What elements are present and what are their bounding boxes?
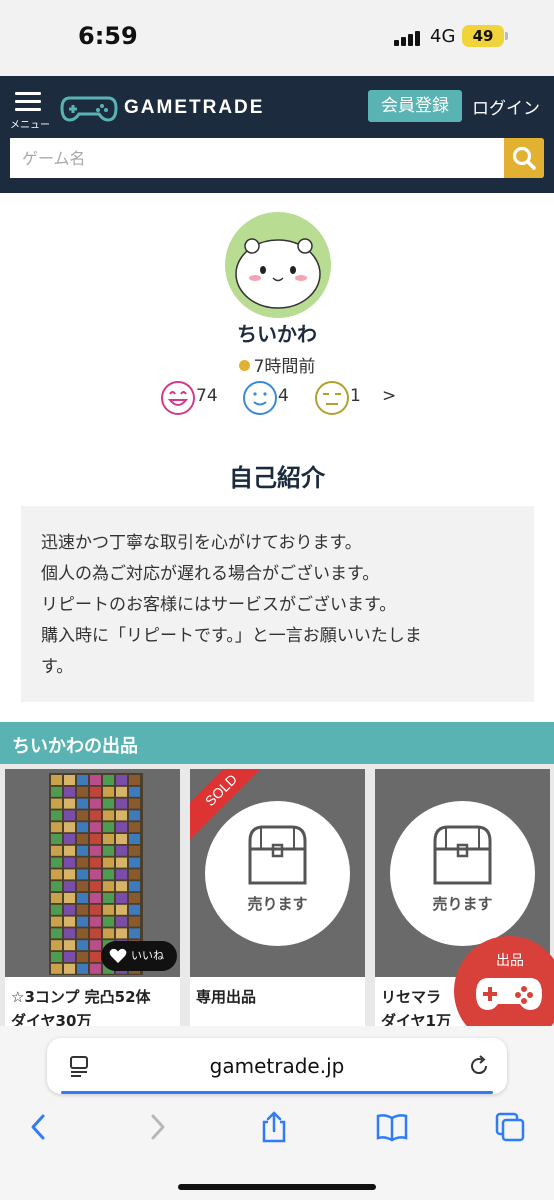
site-logo[interactable]: GAMETRADE [60, 92, 280, 124]
placeholder-label: 売ります [432, 895, 493, 913]
intro-line: 購入時に「リピートです。」と一言お願いいたしま [41, 626, 422, 646]
register-button[interactable]: 会員登録 [368, 90, 462, 122]
happy-face-icon [161, 381, 195, 415]
listings-header: ちいかわの出品 [0, 722, 554, 764]
placeholder-circle: 売ります [205, 801, 350, 946]
menu-button[interactable]: メニュー [10, 90, 54, 131]
rating-normal-count: 4 [278, 386, 289, 406]
avatar [225, 212, 331, 318]
rating-more-chevron[interactable]: > [382, 386, 396, 406]
logo-text: GAMETRADE [124, 97, 265, 118]
intro-line: リピートのお客様にはサービスがございます。 [41, 595, 397, 615]
share-icon[interactable] [257, 1110, 291, 1144]
status-time: 6:59 [78, 22, 138, 50]
forward-icon[interactable] [140, 1110, 174, 1144]
intro-line: 迅速かつ丁寧な取引を心がけております。 [41, 533, 362, 553]
online-dot [238, 360, 250, 371]
gamepad-icon [476, 978, 542, 1010]
home-indicator [178, 1184, 376, 1190]
menu-label: メニュー [10, 120, 50, 131]
like-label: いいね [131, 949, 164, 962]
intro-box: 迅速かつ丁寧な取引を心がけております。 個人の為ご対応が遅れる場合がございます。… [21, 506, 534, 702]
last-seen-text: 7時間前 [253, 357, 316, 377]
listing-card[interactable]: いいね ☆3コンプ 完凸52体 ダイヤ30万 [5, 769, 180, 1031]
battery-icon: 49 [462, 25, 504, 47]
placeholder-label: 売ります [247, 895, 308, 913]
intro-line: す。 [41, 657, 74, 677]
unhappy-face-icon [315, 381, 349, 415]
battery-tip [505, 32, 508, 40]
listing-card[interactable]: 売ります SOLD 専用出品 [190, 769, 365, 1031]
like-button[interactable]: いいね [101, 941, 177, 971]
reload-icon[interactable] [467, 1054, 491, 1078]
bookmarks-icon[interactable] [375, 1110, 409, 1144]
listing-title: 専用出品 [196, 985, 365, 1009]
search-input[interactable] [10, 138, 504, 178]
signal-icon [394, 30, 420, 46]
search-icon [512, 146, 536, 170]
sell-button-label: 出品 [496, 953, 524, 969]
address-bar[interactable]: gametrade.jp [47, 1038, 507, 1094]
browser-toolbar: gametrade.jp [0, 1026, 554, 1200]
search-button[interactable] [504, 138, 544, 178]
listings-title: ちいかわの出品 [12, 736, 138, 757]
status-bar: 6:59 4G 49 [0, 0, 554, 76]
username: ちいかわ [237, 322, 317, 346]
intro-line: 個人の為ご対応が遅れる場合がございます。 [41, 564, 380, 584]
listing-thumbnail: いいね [5, 769, 180, 977]
listing-title: ☆3コンプ 完凸52体 ダイヤ30万 [11, 985, 180, 1031]
smile-face-icon [243, 381, 277, 415]
rating-bad-count: 1 [350, 386, 361, 406]
site-header: メニュー GAMETRADE 会員登録 ログイン [0, 76, 554, 193]
network-label: 4G [430, 26, 456, 47]
intro-title: 自己紹介 [229, 464, 325, 492]
page-load-progress [61, 1091, 493, 1094]
treasure-chest-icon [433, 825, 492, 885]
search-bar [10, 138, 544, 178]
heart-icon [109, 948, 127, 963]
tabs-icon[interactable] [493, 1110, 527, 1144]
rating-summary[interactable]: 74 4 1 > [160, 380, 420, 416]
gamepad-logo-icon [60, 96, 118, 122]
login-link[interactable]: ログイン [472, 94, 540, 119]
rating-good-count: 74 [196, 386, 218, 406]
back-icon[interactable] [22, 1110, 56, 1144]
listing-thumbnail: 売ります SOLD [190, 769, 365, 977]
listing-title-line: 専用出品 [196, 988, 257, 1006]
url-text: gametrade.jp [209, 1054, 345, 1078]
last-seen: 7時間前 [0, 352, 554, 377]
treasure-chest-icon [248, 825, 307, 885]
placeholder-circle: 売ります [390, 801, 535, 946]
listing-title-line: ☆3コンプ 完凸52体 [11, 988, 151, 1006]
